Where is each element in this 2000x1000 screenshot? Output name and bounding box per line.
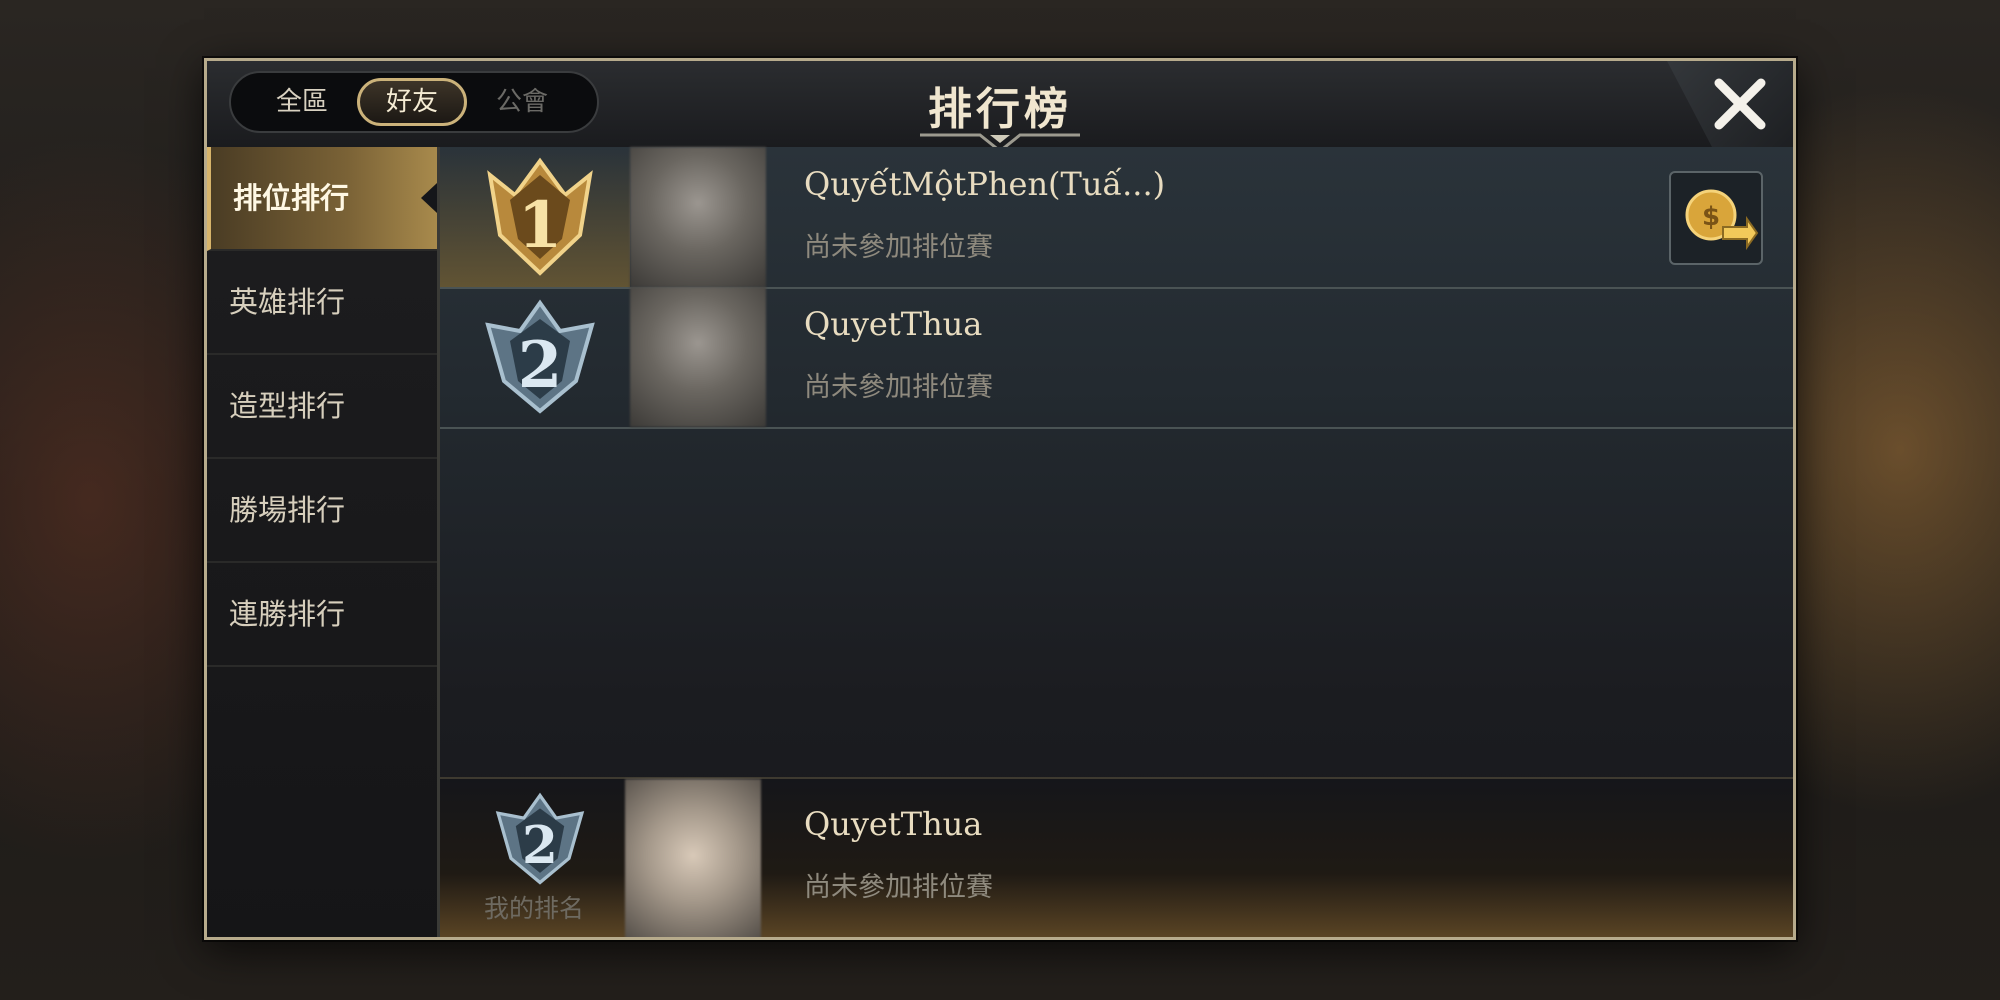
- active-pointer-icon: [421, 183, 437, 213]
- player-name: QuyếtMộtPhen(Tuấ...): [804, 165, 1166, 203]
- ranked-status: 尚未參加排位賽: [804, 872, 993, 903]
- silver-rank-badge-icon: 2: [495, 792, 585, 885]
- list-item[interactable]: 1 QuyếtMộtPhen(Tuấ...) 尚未參加排位賽 $: [440, 147, 1793, 289]
- sidebar-item-win-streak[interactable]: 連勝排行: [207, 563, 437, 667]
- avatar[interactable]: [630, 287, 766, 427]
- header-bar: 全區 好友 公會 排行榜: [207, 61, 1793, 153]
- avatar[interactable]: [630, 147, 766, 287]
- page-title: 排行榜: [928, 84, 1072, 135]
- sidebar-item-skins[interactable]: 造型排行: [207, 355, 437, 459]
- svg-text:$: $: [1702, 202, 1720, 232]
- sidebar-item-label: 勝場排行: [229, 493, 346, 527]
- avatar[interactable]: [625, 779, 761, 937]
- sidebar-item-label: 排位排行: [233, 181, 350, 215]
- ranking-list: 1 QuyếtMộtPhen(Tuấ...) 尚未參加排位賽 $ 2 Quyet…: [440, 147, 1793, 937]
- ranked-status: 尚未參加排位賽: [804, 232, 993, 263]
- sidebar-item-heroes[interactable]: 英雄排行: [207, 251, 437, 355]
- sidebar-item-label: 英雄排行: [229, 285, 346, 319]
- sidebar-item-wins[interactable]: 勝場排行: [207, 459, 437, 563]
- rank-number: 2: [522, 816, 558, 876]
- sidebar-item-label: 連勝排行: [229, 597, 346, 631]
- my-rank-bar: 2 我的排名 QuyetThua 尚未參加排位賽: [440, 777, 1793, 937]
- sidebar-item-label: 造型排行: [229, 389, 346, 423]
- gold-coin-share-icon[interactable]: $: [1669, 171, 1763, 265]
- sidebar-item-ranked[interactable]: 排位排行: [207, 147, 437, 251]
- category-sidebar: 排位排行 英雄排行 造型排行 勝場排行 連勝排行: [207, 147, 440, 937]
- player-name: QuyetThua: [804, 305, 983, 343]
- list-item[interactable]: 2 QuyetThua 尚未參加排位賽: [440, 287, 1793, 429]
- gold-rank-badge-icon: 1: [487, 157, 593, 276]
- ranked-status: 尚未參加排位賽: [804, 372, 993, 403]
- player-name: QuyetThua: [804, 805, 983, 843]
- silver-rank-badge-icon: 2: [485, 299, 595, 414]
- rank-number: 1: [518, 188, 563, 263]
- leaderboard-panel: 全區 好友 公會 排行榜 排位排行 英雄排行 造型排行 勝場排行 連勝排行 1 …: [204, 58, 1796, 940]
- close-icon[interactable]: [1705, 69, 1775, 139]
- rank-number: 2: [518, 328, 563, 403]
- my-rank-label: 我的排名: [484, 894, 585, 923]
